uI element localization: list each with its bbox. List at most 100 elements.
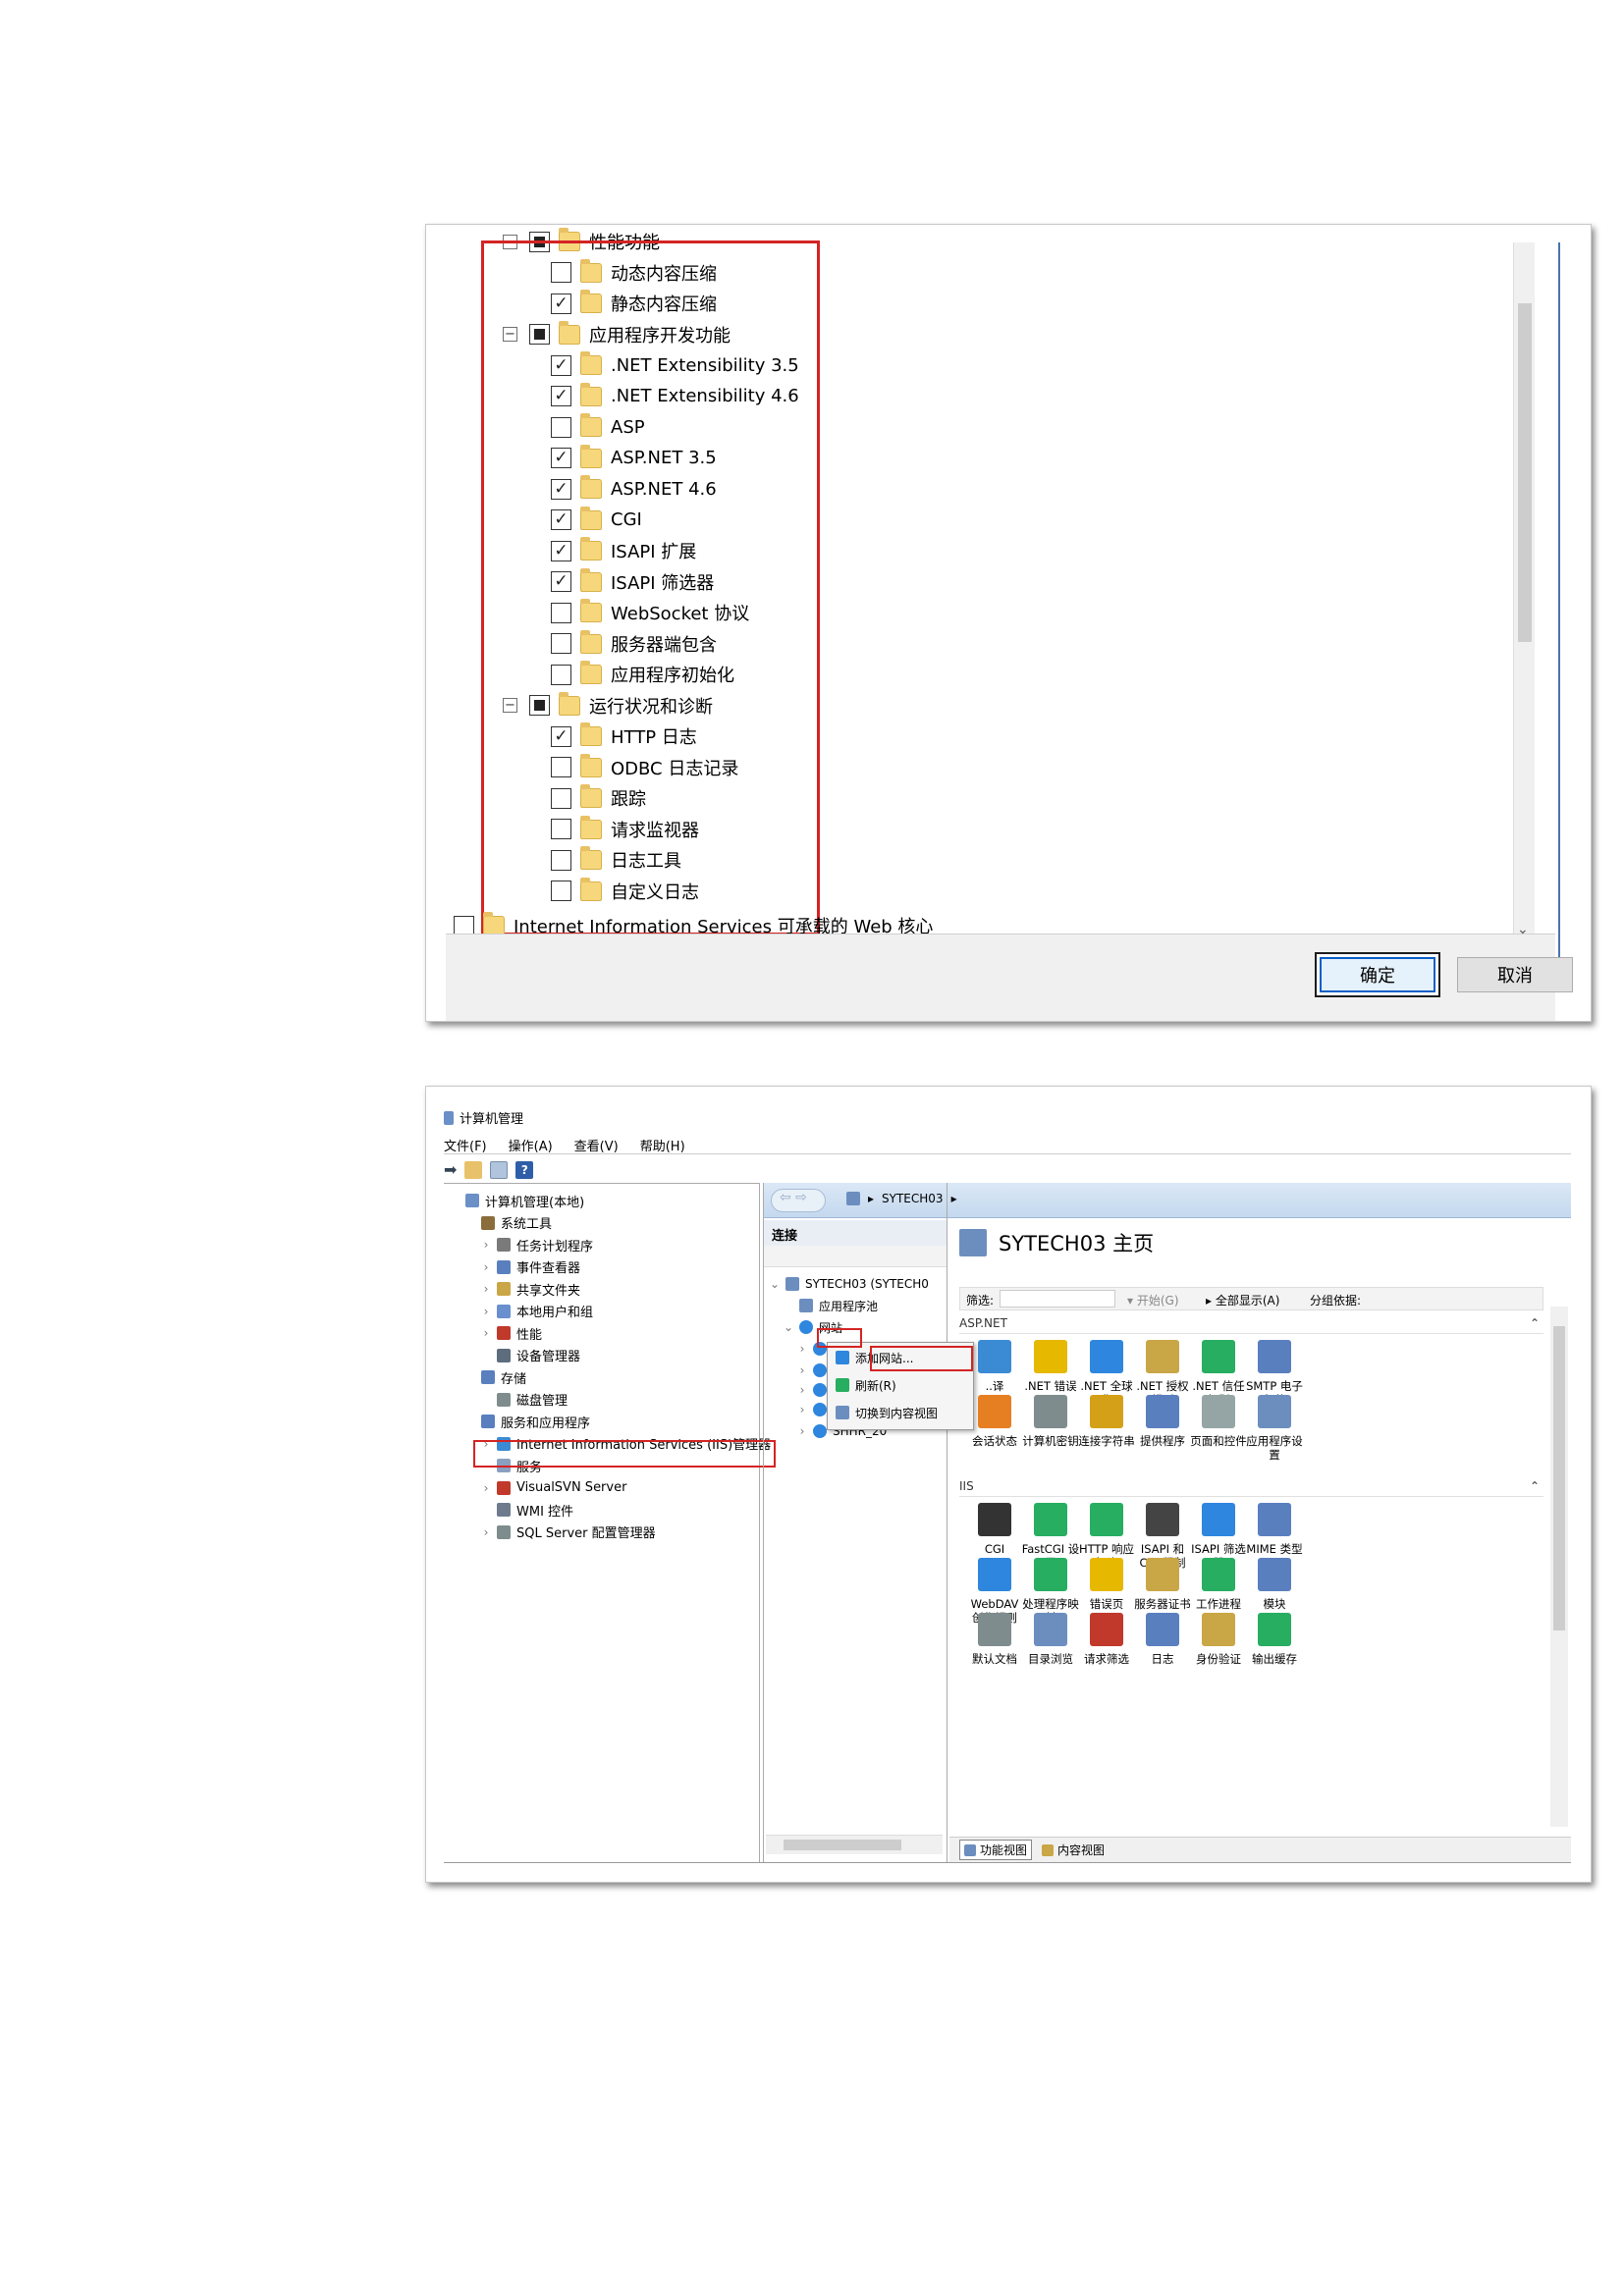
- console-tree-item[interactable]: › VisualSVN Server: [481, 1477, 627, 1499]
- view-tab[interactable]: 功能视图: [959, 1840, 1033, 1860]
- console-tree-item[interactable]: WMI 控件: [481, 1499, 573, 1521]
- show-all-button[interactable]: ▸ 全部显示(A): [1206, 1292, 1279, 1308]
- context-menu-item[interactable]: 刷新(R): [836, 1374, 896, 1396]
- feature-icon: [1202, 1503, 1235, 1536]
- console-tree-item[interactable]: 服务和应用程序: [465, 1411, 590, 1432]
- expand-chevron-icon[interactable]: ›: [797, 1383, 807, 1397]
- section-header[interactable]: ASP.NET ⌃: [959, 1316, 1543, 1334]
- section-header[interactable]: IIS ⌃: [959, 1479, 1543, 1497]
- scrollbar-thumb[interactable]: [1518, 303, 1532, 642]
- feature-item[interactable]: 身份验证: [1189, 1613, 1248, 1666]
- expand-chevron-icon[interactable]: ›: [797, 1342, 807, 1356]
- expand-chevron-icon[interactable]: ›: [797, 1363, 807, 1377]
- feature-icon: [1202, 1340, 1235, 1373]
- feature-icon: [1146, 1340, 1179, 1373]
- expand-chevron-icon[interactable]: ›: [481, 1282, 491, 1296]
- feature-item[interactable]: 输出缓存: [1245, 1613, 1304, 1666]
- horizontal-scrollbar[interactable]: [766, 1835, 943, 1854]
- feature-item[interactable]: 页面和控件: [1189, 1395, 1248, 1448]
- feature-item[interactable]: 连接字符串: [1077, 1395, 1136, 1448]
- connection-node[interactable]: 应用程序池: [784, 1295, 878, 1316]
- vertical-scrollbar[interactable]: [1550, 1307, 1568, 1827]
- show-hide-tree-icon[interactable]: [490, 1160, 509, 1179]
- feature-item[interactable]: 服务器证书: [1133, 1558, 1192, 1611]
- feature-item[interactable]: 目录浏览: [1021, 1613, 1080, 1666]
- feature-item[interactable]: 应用程序设置: [1245, 1395, 1304, 1462]
- menu-item-icon: [836, 1378, 849, 1392]
- view-tab-label: 功能视图: [980, 1843, 1028, 1857]
- console-tree-item[interactable]: 存储: [465, 1366, 526, 1388]
- forward-arrow-icon[interactable]: ➡: [444, 1160, 457, 1179]
- menu-item[interactable]: 查看(V): [574, 1136, 619, 1154]
- group-by-label[interactable]: 分组依据:: [1310, 1292, 1361, 1308]
- expand-chevron-icon[interactable]: ⌄: [770, 1277, 780, 1291]
- feature-item[interactable]: 工作进程: [1189, 1558, 1248, 1611]
- connection-node[interactable]: ›: [797, 1379, 827, 1401]
- context-menu-item[interactable]: 切换到内容视图: [836, 1402, 938, 1423]
- console-tree-label: 任务计划程序: [516, 1239, 594, 1255]
- console-tree-item[interactable]: 系统工具: [465, 1212, 552, 1234]
- console-tree-item[interactable]: 设备管理器: [481, 1345, 580, 1366]
- console-tree-item[interactable]: 计算机管理(本地): [450, 1190, 584, 1211]
- console-tree-label: 系统工具: [501, 1217, 553, 1232]
- menu-item[interactable]: 操作(A): [509, 1136, 553, 1154]
- feature-label: 会话状态: [972, 1434, 1017, 1448]
- expand-chevron-icon[interactable]: ›: [797, 1424, 807, 1438]
- expand-chevron-icon[interactable]: ›: [481, 1305, 491, 1318]
- feature-item[interactable]: 错误页: [1077, 1558, 1136, 1611]
- console-tree-item[interactable]: › 事件查看器: [481, 1256, 580, 1278]
- context-menu-label: 切换到内容视图: [855, 1406, 939, 1420]
- view-tab[interactable]: 内容视图: [1042, 1842, 1105, 1858]
- expand-chevron-icon[interactable]: ›: [481, 1525, 491, 1539]
- expand-chevron-icon[interactable]: ›: [481, 1238, 491, 1252]
- expand-chevron-icon[interactable]: ›: [481, 1260, 491, 1274]
- console-tree-item[interactable]: 磁盘管理: [481, 1389, 568, 1411]
- feature-item[interactable]: 请求筛选: [1077, 1613, 1136, 1666]
- feature-label: CGI: [984, 1542, 1005, 1556]
- console-tree-label: 存储: [501, 1371, 527, 1387]
- feature-icon: [978, 1395, 1011, 1428]
- feature-item[interactable]: 模块: [1245, 1558, 1304, 1611]
- cancel-button[interactable]: 取消: [1457, 957, 1573, 992]
- collapse-section-icon[interactable]: ⌃: [1530, 1479, 1540, 1493]
- menu-item[interactable]: 文件(F): [444, 1136, 487, 1154]
- console-tree-item[interactable]: › 任务计划程序: [481, 1234, 593, 1255]
- filter-bar: 筛选: ▾ 开始(G) ▸ 全部显示(A) 分组依据:: [959, 1287, 1543, 1310]
- feature-item[interactable]: MIME 类型: [1245, 1503, 1304, 1556]
- vertical-scrollbar[interactable]: ⌄: [1513, 242, 1535, 939]
- feature-label: 默认文档: [972, 1652, 1017, 1666]
- feature-item[interactable]: 会话状态: [965, 1395, 1024, 1448]
- connection-node[interactable]: ⌄ SYTECH03 (SYTECH0: [770, 1273, 929, 1295]
- feature-item[interactable]: 提供程序: [1133, 1395, 1192, 1448]
- collapse-section-icon[interactable]: ⌃: [1530, 1316, 1540, 1330]
- console-tree-item[interactable]: › 共享文件夹: [481, 1278, 580, 1300]
- scrollbar-thumb[interactable]: [1553, 1326, 1565, 1630]
- menu-item-icon: [836, 1406, 849, 1419]
- console-tree-label: 事件查看器: [516, 1261, 581, 1276]
- console-tree-item[interactable]: › 性能: [481, 1322, 542, 1344]
- expand-chevron-icon[interactable]: ›: [481, 1326, 491, 1340]
- expand-chevron-icon[interactable]: ⌄: [784, 1320, 793, 1334]
- feature-icon: [1090, 1503, 1123, 1536]
- console-tree-item[interactable]: › 本地用户和组: [481, 1301, 593, 1322]
- expand-chevron-icon[interactable]: ›: [481, 1481, 491, 1495]
- feature-item[interactable]: CGI: [965, 1503, 1024, 1556]
- ok-button[interactable]: 确定: [1320, 957, 1435, 992]
- feature-icon: [1258, 1503, 1291, 1536]
- feature-item[interactable]: 计算机密钥: [1021, 1395, 1080, 1448]
- expand-chevron-icon[interactable]: ›: [797, 1403, 807, 1416]
- feature-item[interactable]: ..译: [965, 1340, 1024, 1393]
- console-tree-label: VisualSVN Server: [516, 1480, 627, 1495]
- feature-icon: [1146, 1558, 1179, 1591]
- console-tree-item[interactable]: › SQL Server 配置管理器: [481, 1522, 656, 1543]
- feature-item[interactable]: 日志: [1133, 1613, 1192, 1666]
- menu-item[interactable]: 帮助(H): [640, 1136, 685, 1154]
- feature-icon: [978, 1613, 1011, 1646]
- up-folder-icon[interactable]: [464, 1160, 483, 1179]
- filter-input[interactable]: [1000, 1290, 1115, 1308]
- filter-start-button[interactable]: ▾ 开始(G): [1127, 1292, 1179, 1308]
- feature-item[interactable]: 默认文档: [965, 1613, 1024, 1666]
- scrollbar-thumb[interactable]: [784, 1840, 901, 1850]
- help-icon[interactable]: ?: [515, 1160, 534, 1179]
- connection-node[interactable]: ›: [797, 1360, 827, 1381]
